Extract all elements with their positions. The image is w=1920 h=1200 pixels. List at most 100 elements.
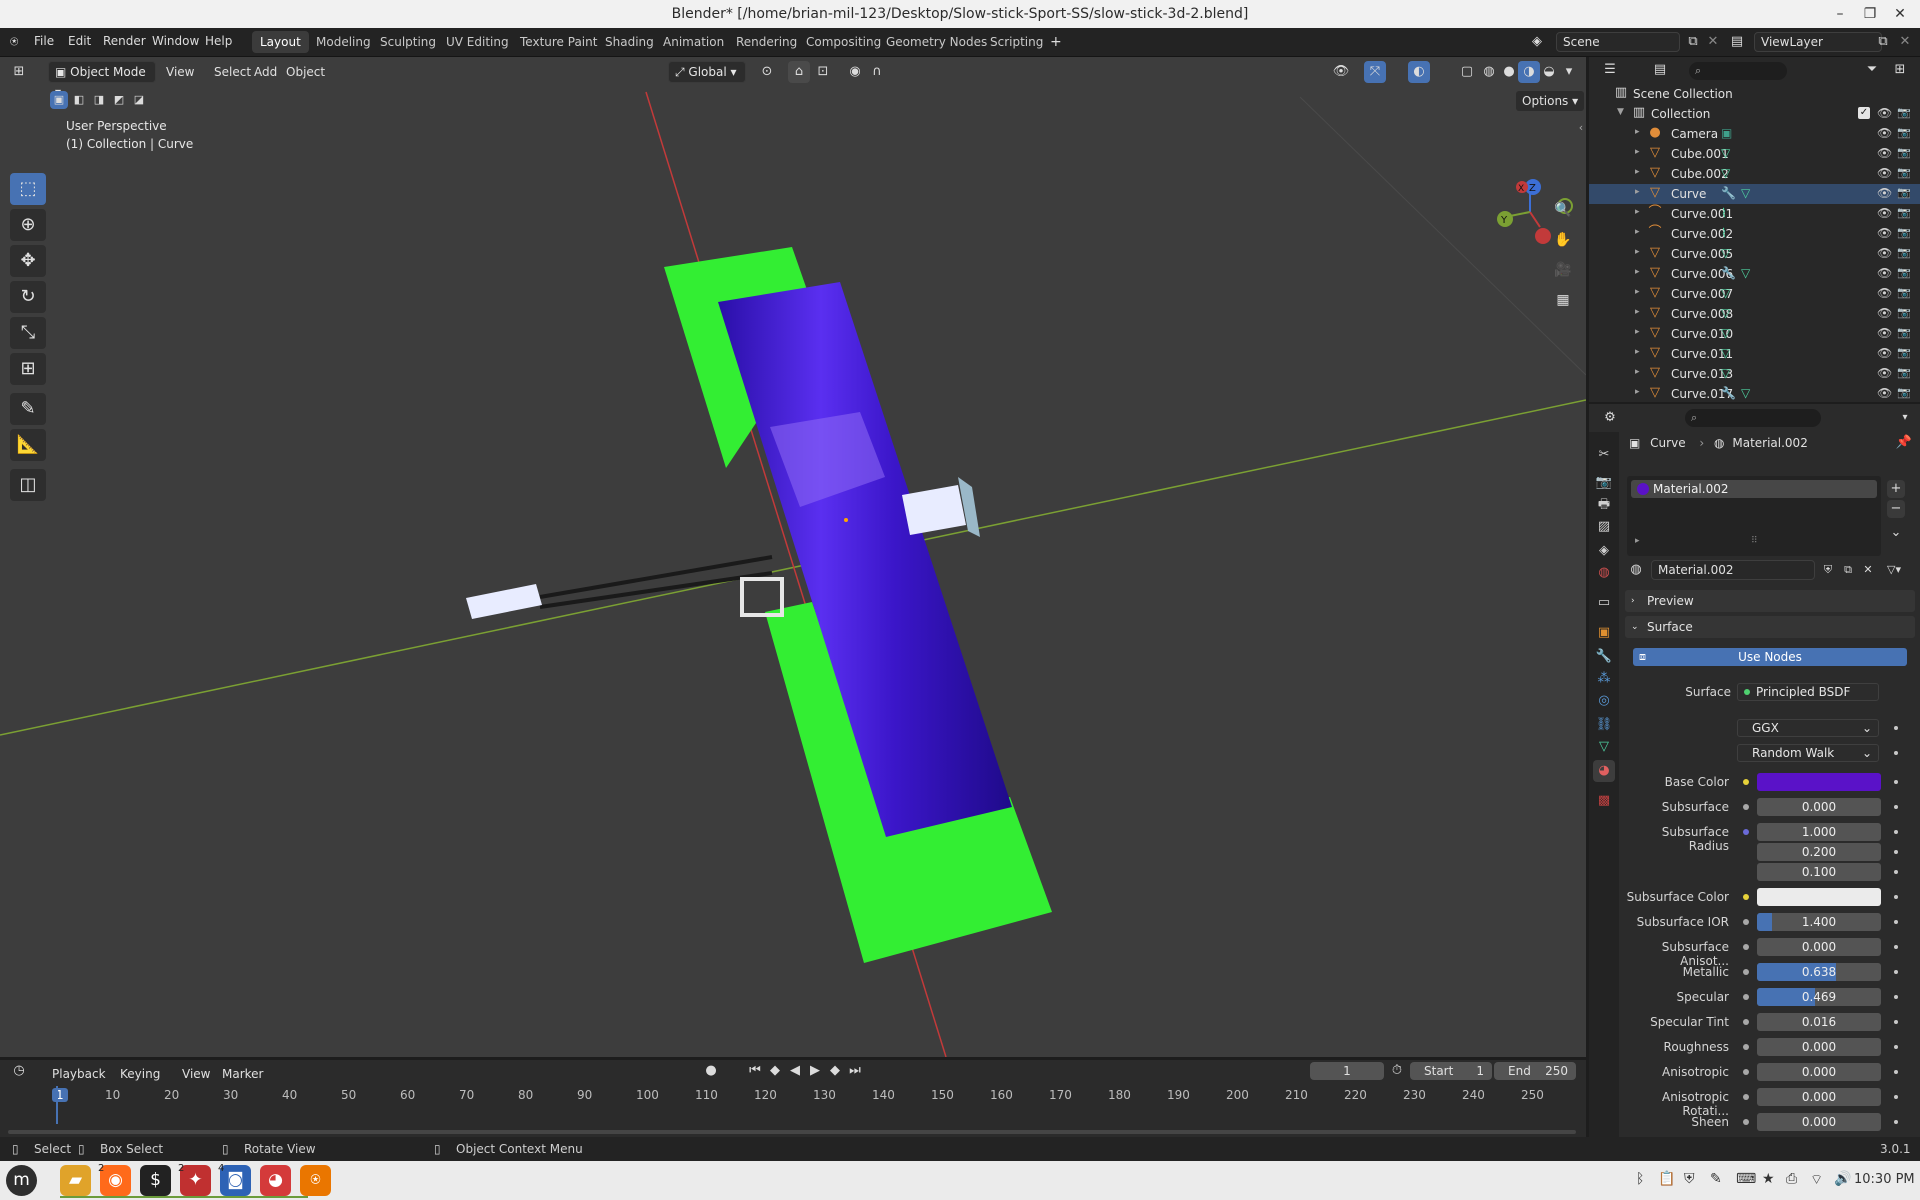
- keyframe-icon[interactable]: [1894, 995, 1898, 999]
- world-tab-icon[interactable]: ◍: [1593, 562, 1615, 584]
- new-scene-icon[interactable]: ⧉: [1682, 31, 1704, 53]
- render-icon[interactable]: 📷: [1897, 206, 1911, 219]
- collection-row[interactable]: ▼ ▥ Collection ✓ 👁 📷: [1589, 104, 1920, 124]
- output-tab-icon[interactable]: 🖶: [1593, 494, 1615, 516]
- view-layer-icon[interactable]: ▤: [1726, 31, 1748, 53]
- keyframe-icon[interactable]: [1894, 830, 1898, 834]
- expand-arrow-icon[interactable]: ▸: [1635, 387, 1640, 397]
- collection-checkbox[interactable]: ✓: [1858, 107, 1870, 119]
- snap-icon[interactable]: ⌂: [788, 61, 810, 83]
- select-invert-icon[interactable]: ◩: [110, 91, 128, 109]
- keyframe-icon[interactable]: [1894, 1020, 1898, 1024]
- visibility-icon[interactable]: 👁: [1877, 246, 1892, 260]
- tab-uv-editing[interactable]: UV Editing: [438, 31, 517, 53]
- viewport-menu-object[interactable]: Object: [286, 61, 325, 83]
- expand-arrow-icon[interactable]: ▸: [1635, 307, 1640, 317]
- timeline-menu-view[interactable]: View: [182, 1063, 210, 1085]
- scene-name-field[interactable]: Scene: [1556, 32, 1680, 52]
- tail-stabilizer[interactable]: [466, 584, 542, 619]
- value-field[interactable]: 0.000: [1757, 1088, 1881, 1106]
- keyframe-icon[interactable]: [1894, 870, 1898, 874]
- menu-render[interactable]: Render: [103, 34, 146, 48]
- material-name-field[interactable]: Material.002: [1651, 560, 1815, 580]
- data-tab-icon[interactable]: ▽: [1593, 736, 1615, 758]
- expand-arrow-icon[interactable]: ▸: [1635, 347, 1640, 357]
- surface-panel-header[interactable]: ⌄ Surface: [1625, 616, 1915, 638]
- outliner-row[interactable]: ▸ ▽ Cube.002 ▽ 👁 📷: [1589, 164, 1920, 184]
- playhead[interactable]: [56, 1086, 58, 1124]
- timeline-menu-keying[interactable]: Keying: [120, 1063, 160, 1085]
- outliner-row[interactable]: ▸ ▽ Curve.007 ▽ 👁 📷: [1589, 284, 1920, 304]
- gizmo-neg-x-handle[interactable]: [1535, 228, 1551, 244]
- subsurface-method-dropdown[interactable]: Random Walk ⌄: [1737, 744, 1879, 762]
- wireframe-shading-icon[interactable]: ◍: [1478, 61, 1500, 83]
- outliner-row[interactable]: ▸ ▽ Curve.013 ▽ 👁 📷: [1589, 364, 1920, 384]
- visibility-icon[interactable]: 👁: [1877, 346, 1892, 360]
- tab-rendering[interactable]: Rendering: [728, 31, 805, 53]
- files-app-icon[interactable]: ▰: [60, 1165, 91, 1196]
- keyframe-icon[interactable]: [1894, 920, 1898, 924]
- render-icon[interactable]: 📷: [1897, 146, 1911, 159]
- tab-layout[interactable]: Layout: [252, 31, 309, 53]
- outliner-row[interactable]: ▸ ▽ Curve.006 🔧 ▽ 👁 📷: [1589, 264, 1920, 284]
- move-tool-icon[interactable]: ✥: [10, 245, 46, 277]
- collection-visibility-icon[interactable]: 👁: [1877, 106, 1892, 120]
- blender-app-icon[interactable]: ⍟: [300, 1165, 331, 1196]
- annotate-tool-icon[interactable]: ✎: [10, 393, 46, 425]
- expand-arrow-icon[interactable]: ▸: [1635, 167, 1640, 177]
- rotate-tool-icon[interactable]: ↻: [10, 281, 46, 313]
- outliner-row[interactable]: ▸ ▽ Curve 🔧 ▽ 👁 📷: [1589, 184, 1920, 204]
- timeline-editor-icon[interactable]: ◷: [8, 1060, 30, 1082]
- outliner-row[interactable]: ▸ ▽ Curve.017 🔧 ▽ 👁 📷: [1589, 384, 1920, 404]
- outliner-row[interactable]: ▸ ⌒ Curve.001 ⌇ 👁 📷: [1589, 204, 1920, 224]
- collection-render-icon[interactable]: 📷: [1897, 106, 1911, 119]
- scene-tab-icon[interactable]: ◈: [1593, 540, 1615, 562]
- visibility-icon[interactable]: 👁: [1877, 266, 1892, 280]
- clock[interactable]: 10:30 PM: [1854, 1172, 1915, 1187]
- expand-arrow-icon[interactable]: ▸: [1635, 147, 1640, 157]
- volume-icon[interactable]: 🔊: [1834, 1171, 1851, 1187]
- outliner-row[interactable]: ▸ ⌒ Curve.002 ⌇ 👁 📷: [1589, 224, 1920, 244]
- keyframe-icon[interactable]: [1894, 780, 1898, 784]
- object-tab-icon[interactable]: ▣: [1593, 622, 1615, 644]
- overlay-toggle-icon[interactable]: ◐: [1408, 61, 1430, 83]
- play-icon[interactable]: ▶: [804, 1060, 826, 1082]
- value-field[interactable]: 0.469: [1757, 988, 1881, 1006]
- timeline-menu-playback[interactable]: Playback: [52, 1063, 106, 1085]
- surface-shader-field[interactable]: Principled BSDF: [1737, 683, 1879, 701]
- modifier-tab-icon[interactable]: 🔧: [1593, 646, 1615, 668]
- display-mode-icon[interactable]: ▤: [1649, 59, 1671, 81]
- xray-icon[interactable]: ▢: [1456, 61, 1478, 83]
- expand-arrow-icon[interactable]: ▸: [1635, 367, 1640, 377]
- new-view-layer-icon[interactable]: ⧉: [1872, 31, 1894, 53]
- value-field[interactable]: 1.000: [1757, 823, 1881, 841]
- value-field[interactable]: 0.638: [1757, 963, 1881, 981]
- add-cube-tool-icon[interactable]: ◫: [10, 469, 46, 501]
- visibility-icon[interactable]: 👁: [1877, 326, 1892, 340]
- terminal-app-icon[interactable]: $: [140, 1165, 171, 1196]
- expand-arrow-icon[interactable]: ▸: [1635, 127, 1640, 137]
- keyframe-icon[interactable]: [1894, 1070, 1898, 1074]
- visibility-icon[interactable]: 👁: [1877, 226, 1892, 240]
- render-icon[interactable]: 📷: [1897, 226, 1911, 239]
- viewport-menu-add[interactable]: Add: [254, 61, 277, 83]
- preview-panel-header[interactable]: › Preview: [1625, 590, 1915, 612]
- render-icon[interactable]: 📷: [1897, 246, 1911, 259]
- constraints-tab-icon[interactable]: ⛓: [1593, 714, 1615, 736]
- visibility-icon[interactable]: 👁: [1877, 386, 1892, 400]
- preview-range-icon[interactable]: ⏱: [1386, 1060, 1408, 1082]
- bluetooth-icon[interactable]: ᛒ: [1636, 1171, 1644, 1187]
- properties-editor-icon[interactable]: ⚙: [1599, 407, 1621, 429]
- physics-tab-icon[interactable]: ◎: [1593, 690, 1615, 712]
- jump-end-icon[interactable]: ⏭: [844, 1060, 866, 1082]
- select-new-icon[interactable]: ▣: [50, 91, 68, 109]
- transform-orientation-dropdown[interactable]: ⤢ Global ▾: [668, 61, 746, 83]
- clipboard-icon[interactable]: 📋: [1658, 1171, 1675, 1187]
- jump-start-icon[interactable]: ⏮: [744, 1060, 766, 1082]
- expand-arrow-icon[interactable]: ▸: [1635, 227, 1640, 237]
- start-menu-icon[interactable]: m: [6, 1165, 37, 1196]
- select-subtract-icon[interactable]: ◨: [90, 91, 108, 109]
- collection-tab-icon[interactable]: ▭: [1593, 592, 1615, 614]
- motor-mount[interactable]: [902, 485, 966, 535]
- add-slot-icon[interactable]: +: [1887, 480, 1905, 498]
